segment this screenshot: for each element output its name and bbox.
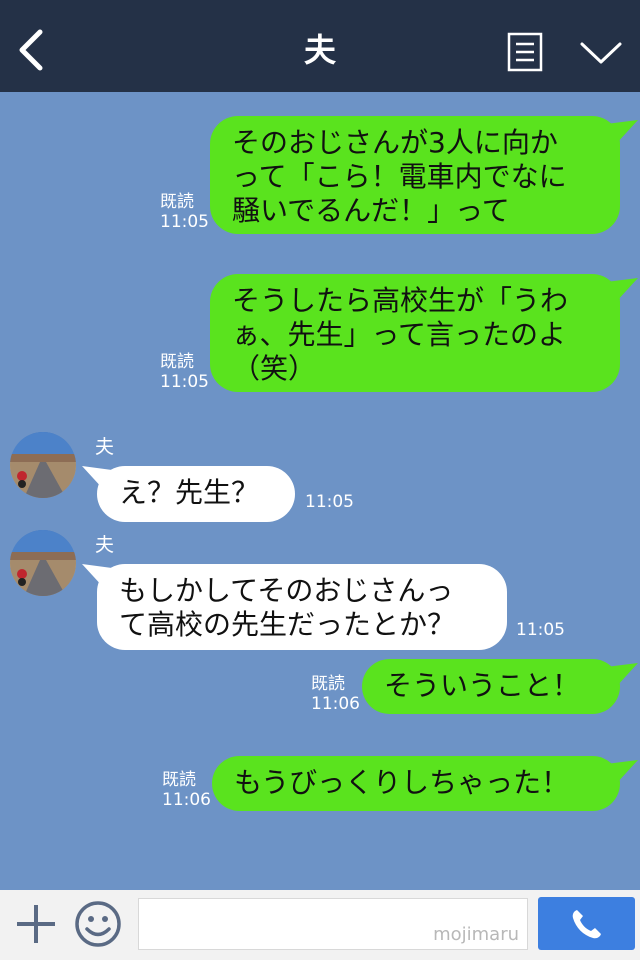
avatar[interactable] xyxy=(10,432,76,498)
message-time: 11:06 xyxy=(162,790,211,810)
message-meta: 既読 11:06 xyxy=(311,674,360,714)
bubble-tail xyxy=(82,466,112,490)
message-meta: 既読 11:05 xyxy=(160,352,209,392)
message-time: 11:06 xyxy=(311,694,360,714)
chat-title: 夫 xyxy=(303,31,336,69)
bubble-tail xyxy=(606,760,638,784)
avatar[interactable] xyxy=(10,530,76,596)
sender-name: 夫 xyxy=(95,534,115,556)
read-receipt: 既読 xyxy=(160,352,194,372)
read-receipt: 既読 xyxy=(160,192,194,212)
bubble-tail xyxy=(606,663,638,687)
message-time: 11:05 xyxy=(160,372,209,392)
sent-message-bubble[interactable]: そのおじさんが3人に向か って「こら！電車内でなに 騒いでるんだ！」って xyxy=(210,116,620,234)
message-time: 11:05 xyxy=(160,212,209,232)
message-time: 11:05 xyxy=(516,620,565,640)
read-receipt: 既読 xyxy=(311,674,345,694)
smiley-icon[interactable] xyxy=(74,900,122,948)
input-bar: mojimaru xyxy=(0,890,640,960)
chevron-down-icon[interactable] xyxy=(578,38,624,68)
message-time: 11:05 xyxy=(305,492,354,512)
watermark-text: mojimaru xyxy=(433,924,519,945)
bubble-tail xyxy=(82,564,112,588)
bubble-tail xyxy=(606,278,638,302)
call-button[interactable] xyxy=(538,897,635,950)
road-photo-icon xyxy=(10,432,76,498)
message-meta: 既読 11:06 xyxy=(162,770,211,810)
plus-icon[interactable] xyxy=(14,902,58,946)
notes-icon[interactable] xyxy=(507,32,543,72)
chat-header: 夫 xyxy=(0,0,640,92)
received-message-bubble[interactable]: もしかしてそのおじさんっ て高校の先生だったとか？ xyxy=(97,564,507,650)
sent-message-bubble[interactable]: そうしたら高校生が「うわ ぁ、先生」って言ったのよ （笑） xyxy=(210,274,620,392)
received-message-bubble[interactable]: え？先生？ xyxy=(97,466,295,522)
phone-icon xyxy=(572,910,601,939)
sent-message-bubble[interactable]: もうびっくりしちゃった！ xyxy=(212,756,620,811)
message-meta: 既読 11:05 xyxy=(160,192,209,232)
message-input[interactable]: mojimaru xyxy=(138,898,528,950)
sender-name: 夫 xyxy=(95,436,115,458)
bubble-tail xyxy=(606,120,638,144)
sent-message-bubble[interactable]: そういうこと！ xyxy=(362,659,620,714)
read-receipt: 既読 xyxy=(162,770,196,790)
road-photo-icon xyxy=(10,530,76,596)
